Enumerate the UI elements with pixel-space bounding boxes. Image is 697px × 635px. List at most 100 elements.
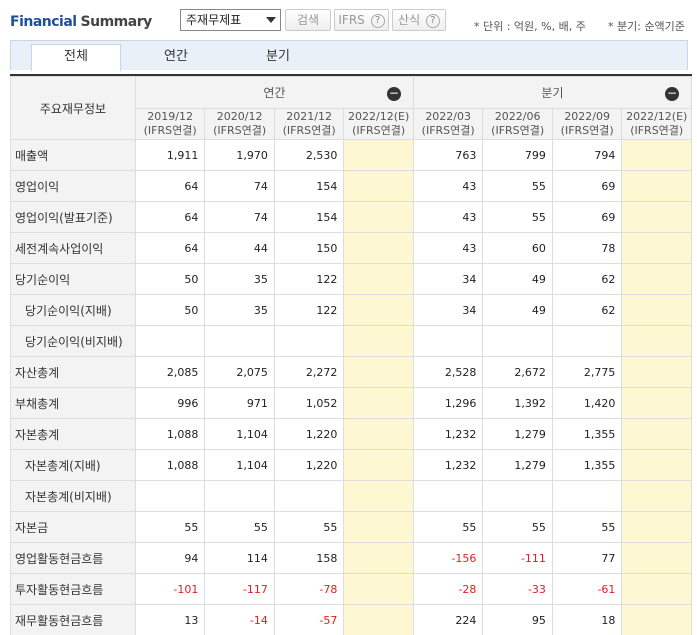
table-cell: 77 — [551, 542, 623, 574]
ifrs-button-label: IFRS — [338, 13, 365, 27]
table-row: 투자활동현금흐름 -101 -117 -78 -28 -33 -61 — [10, 573, 692, 605]
period-header: 2019/12 (IFRS연결) — [134, 108, 206, 140]
ifrs-help-button[interactable]: IFRS ? — [334, 9, 389, 31]
period-header: 2022/03 (IFRS연결) — [412, 108, 484, 140]
table-cell: 1,088 — [134, 418, 206, 450]
table-cell — [343, 511, 414, 543]
table-cell — [621, 511, 692, 543]
statement-select[interactable]: 주재무제표 — [180, 9, 281, 31]
period-date: 2019/12 — [147, 110, 193, 123]
table-cell — [412, 480, 484, 512]
table-cell: 34 — [412, 263, 484, 295]
table-cell: 94 — [134, 542, 206, 574]
table-cell — [343, 480, 414, 512]
row-label: 자본금 — [10, 511, 136, 543]
table-cell — [204, 480, 275, 512]
collapse-annual-icon[interactable]: − — [386, 87, 401, 101]
tab-quarter[interactable]: 분기 — [233, 45, 323, 71]
period-header: 2020/12 (IFRS연결) — [204, 108, 275, 140]
table-cell: 1,911 — [134, 139, 206, 171]
table-cell: 1,355 — [551, 418, 623, 450]
row-label: 영업이익 — [10, 170, 136, 202]
tab-annual[interactable]: 연간 — [131, 45, 221, 71]
table-cell — [204, 325, 275, 357]
period-basis: (IFRS연결) — [560, 124, 614, 137]
table-cell: 55 — [482, 201, 553, 233]
period-header: 2022/06 (IFRS연결) — [482, 108, 553, 140]
period-header: 2021/12 (IFRS연결) — [273, 108, 345, 140]
table-cell: 43 — [412, 201, 484, 233]
table-row: 당기순이익 50 35 122 34 49 62 — [10, 263, 692, 295]
table-cell: 1,970 — [204, 139, 275, 171]
table-cell: 763 — [412, 139, 484, 171]
table-cell: 69 — [551, 170, 623, 202]
chevron-down-icon — [266, 17, 276, 23]
table-cell — [621, 325, 692, 357]
table-cell: 1,104 — [204, 449, 275, 481]
table-cell: 55 — [204, 511, 275, 543]
table-row: 자본총계(지배) 1,088 1,104 1,220 1,232 1,279 1,355 — [10, 449, 692, 481]
table-cell — [343, 232, 414, 264]
formula-help-button[interactable]: 산식 ? — [392, 9, 446, 31]
table-cell — [343, 418, 414, 450]
table-cell: 2,085 — [134, 356, 206, 388]
table-cell — [621, 387, 692, 419]
table-cell: 74 — [204, 201, 275, 233]
table-cell — [343, 449, 414, 481]
table-cell: 35 — [204, 263, 275, 295]
table-cell — [621, 480, 692, 512]
table-cell: 2,672 — [482, 356, 553, 388]
table-row: 부채총계 996 971 1,052 1,296 1,392 1,420 — [10, 387, 692, 419]
table-row: 자본총계(비지배) — [10, 480, 692, 512]
unit-note: * 단위 : 억원, %, 배, 주 — [474, 20, 586, 33]
table-cell — [134, 325, 206, 357]
table-cell: 2,272 — [273, 356, 345, 388]
table-cell: 1,104 — [204, 418, 275, 450]
table-cell — [343, 170, 414, 202]
table-cell — [621, 232, 692, 264]
period-basis: (IFRS연결) — [282, 124, 336, 137]
table-cell: 60 — [482, 232, 553, 264]
table-cell: 13 — [134, 604, 206, 635]
period-date: 2022/12(E) — [348, 110, 410, 123]
search-button[interactable]: 검색 — [285, 9, 331, 31]
table-cell — [551, 480, 623, 512]
table-cell: 64 — [134, 170, 206, 202]
table-cell: 49 — [482, 263, 553, 295]
row-label: 부채총계 — [10, 387, 136, 419]
row-label: 매출액 — [10, 139, 136, 171]
title-part-2: Summary — [80, 14, 153, 30]
row-label: 재무활동현금흐름 — [10, 604, 136, 635]
table-cell: 1,355 — [551, 449, 623, 481]
table-cell — [343, 356, 414, 388]
tab-all[interactable]: 전체 — [31, 44, 121, 71]
table-cell: 154 — [273, 201, 345, 233]
table-cell: 55 — [482, 511, 553, 543]
table-cell — [482, 325, 553, 357]
period-date: 2022/09 — [564, 110, 611, 123]
table-cell — [621, 139, 692, 171]
collapse-quarter-icon[interactable]: − — [665, 87, 679, 101]
period-date: 2022/12(E) — [626, 110, 688, 123]
quarter-basis-note: * 분기: 순액기준 — [608, 20, 685, 33]
table-cell: 55 — [412, 511, 484, 543]
table-cell — [621, 201, 692, 233]
table-row: 영업이익(발표기준) 64 74 154 43 55 69 — [10, 201, 692, 233]
question-icon: ? — [425, 13, 440, 28]
formula-button-label: 산식 — [398, 13, 421, 27]
table-cell: 34 — [412, 294, 484, 326]
table-cell: 1,220 — [273, 418, 345, 450]
table-cell: 971 — [204, 387, 275, 419]
title-part-1: Financial — [10, 14, 77, 30]
table-cell — [621, 604, 692, 635]
table-cell — [621, 573, 692, 605]
table-cell — [621, 449, 692, 481]
table-cell: -61 — [551, 573, 623, 605]
table-cell: -28 — [412, 573, 484, 605]
table-cell: 95 — [482, 604, 553, 635]
top-bar: Financial Summary 주재무제표 검색 IFRS ? 산식 ? *… — [0, 0, 697, 40]
table-cell: 122 — [273, 294, 345, 326]
table-cell — [343, 325, 414, 357]
group-annual-label: 연간 — [263, 86, 286, 100]
table-row: 자본총계 1,088 1,104 1,220 1,232 1,279 1,355 — [10, 418, 692, 450]
